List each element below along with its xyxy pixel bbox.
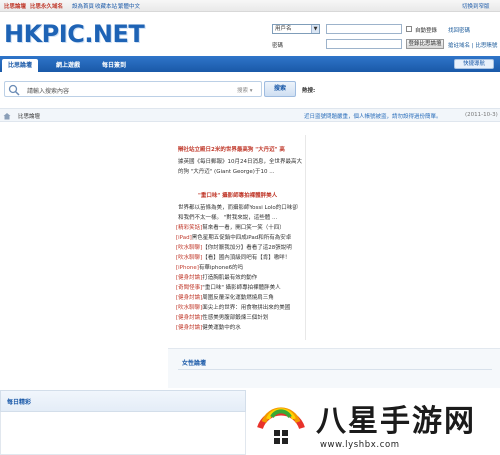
main-nav: 比思論壇 網上遊戲 每日簽到 快捷導航 bbox=[0, 56, 500, 72]
forgot-password-link[interactable]: 找回密碼 bbox=[448, 26, 470, 34]
list-item-text: "重口味" 攝影師專拍裸體胖美人 bbox=[202, 285, 281, 291]
list-item-text: 性感美男腹部鍛煉三個計划 bbox=[202, 315, 269, 321]
list-item[interactable]: [健身討論]周圍反覆深化運動燃燒肩三角 bbox=[176, 293, 316, 303]
section-title-daily[interactable]: 每日精彩 bbox=[7, 397, 31, 406]
list-item[interactable]: [吹水聊聊]【你討厭我加分】看看了這28張說明 bbox=[176, 243, 316, 253]
search-placeholder: 請輸入搜索內容 bbox=[27, 88, 70, 95]
list-item-tag: [健身討論] bbox=[176, 295, 203, 301]
topbar-link-homepage[interactable]: 設為首頁 bbox=[72, 2, 94, 10]
article-headline[interactable]: 辯社站立殿日2米的世界最高狗 "大丹迈" 高 bbox=[178, 145, 306, 153]
list-item[interactable]: [吹水聊聊]【看】國內頂級同吧有【肯】嗷咩！ bbox=[176, 253, 316, 263]
tab-forum[interactable]: 比思論壇 bbox=[2, 59, 39, 72]
watermark-logo-icon bbox=[257, 407, 305, 444]
username-input[interactable] bbox=[326, 24, 402, 34]
home-icon[interactable] bbox=[3, 112, 11, 120]
search-icon bbox=[8, 84, 20, 96]
list-item-tag: [iPad] bbox=[176, 235, 192, 241]
list-item[interactable]: [精彩笑話]幫來看一看，開口笑一笑（十四） bbox=[176, 223, 316, 233]
daily-highlights-header: 每日精彩 bbox=[0, 390, 246, 412]
username-select-value: 用戶名 bbox=[275, 26, 292, 32]
list-item[interactable]: [健身討論]打造胸肌最有效的動作 bbox=[176, 273, 316, 283]
list-item-text: 有華iphone6的吗 bbox=[198, 265, 244, 271]
article-subheadline[interactable]: "重口味" 攝影師專拍裸體胖美人 bbox=[198, 191, 277, 199]
list-item-text: 健美運動中的水 bbox=[202, 325, 241, 331]
search-bar: 請輸入搜索內容 搜索 ▾ 搜索 熱搜: bbox=[0, 78, 500, 108]
list-item-tag: [健身討論] bbox=[176, 275, 203, 281]
topbar-link-domain[interactable]: 比思永久域名 bbox=[30, 2, 63, 10]
watermark-url: www.lyshbx.com bbox=[320, 440, 400, 450]
topbar-link-narrow[interactable]: 切换到窄版 bbox=[462, 2, 490, 10]
womens-forum-section: 女性論壇 bbox=[168, 348, 500, 388]
hot-search-label: 熱搜: bbox=[302, 88, 316, 94]
list-item-text: 黑色星期五促銷中四成iPad和所有為安卓 bbox=[191, 235, 292, 241]
top-bar: 比思論壇 比思永久域名 設為首頁 收藏本站 繁體中文 切换到窄版 bbox=[0, 0, 500, 12]
list-item[interactable]: [健身討論]健美運動中的水 bbox=[176, 323, 316, 333]
list-item-tag: [吹水聊聊] bbox=[176, 255, 203, 261]
chevron-down-icon: ▼ bbox=[311, 25, 319, 33]
breadcrumb-forum[interactable]: 比思論壇 bbox=[18, 112, 40, 120]
search-scope-select[interactable]: 搜索 ▾ bbox=[237, 86, 253, 94]
tab-online-games[interactable]: 網上遊戲 bbox=[50, 59, 86, 72]
quick-nav-button[interactable]: 快捷導航 bbox=[454, 59, 494, 69]
list-item-text: 打造胸肌最有效的動作 bbox=[202, 275, 258, 281]
password-input[interactable] bbox=[326, 39, 402, 49]
watermark: 八星手游网 www.lyshbx.com bbox=[250, 392, 500, 455]
list-item-tag: [健身討論] bbox=[176, 315, 203, 321]
list-item[interactable]: [健身討論]性感美男腹部鍛煉三個計划 bbox=[176, 313, 316, 323]
auto-login-label: 自動登錄 bbox=[415, 28, 438, 34]
section-divider bbox=[178, 369, 492, 370]
list-item-text: 周圍反覆深化運動燃燒肩三角 bbox=[202, 295, 274, 301]
login-form: 用戶名 ▼ 自動登錄 找回密碼 密碼 登錄比思論壇 搶註域名 | 比思賬號 bbox=[0, 12, 500, 56]
list-item-tag: [iPhone] bbox=[176, 265, 199, 271]
list-item-text: 面尖上的世界：用食物拼出來的美國 bbox=[202, 305, 291, 311]
list-item-tag: [精彩笑話] bbox=[176, 225, 203, 231]
watermark-name: 八星手游网 bbox=[316, 404, 476, 439]
list-item-tag: [吹水聊聊] bbox=[176, 245, 203, 251]
list-item-text: 【看】國內頂級同吧有【肯】嗷咩！ bbox=[202, 255, 291, 261]
left-panel bbox=[0, 128, 166, 388]
topbar-link-bookmark[interactable]: 收藏本站 bbox=[95, 2, 117, 10]
breadcrumb: 比思論壇 近日盜號問題嚴重，個人帳號被盜，請勿設得過份簡單。 (2011-10-… bbox=[0, 108, 500, 122]
login-button[interactable]: 登錄比思論壇 bbox=[406, 39, 444, 49]
list-item-tag: [吹水聊聊] bbox=[176, 305, 203, 311]
list-item[interactable]: [iPhone]有華iphone6的吗 bbox=[176, 263, 316, 273]
announcement-text[interactable]: 近日盜號問題嚴重，個人帳號被盜，請勿設得過份簡單。 bbox=[304, 112, 442, 120]
list-item-tag: [奇聞怪事] bbox=[176, 285, 203, 291]
tab-daily-checkin[interactable]: 每日簽到 bbox=[96, 59, 132, 72]
list-item[interactable]: [奇聞怪事]"重口味" 攝影師專拍裸體胖美人 bbox=[176, 283, 316, 293]
auto-login-checkbox[interactable] bbox=[406, 26, 412, 32]
article-summary-2: 世界都以苗條為美，而攝影師Yossi Lolo的口味卻和我們不太一樣。 "對我來… bbox=[178, 205, 298, 221]
article-summary-1: 據英國《每日郵報》10月24日消息，全世界最高大的狗 "大丹迈" (Giant … bbox=[178, 159, 302, 175]
list-item[interactable]: [吹水聊聊]面尖上的世界：用食物拼出來的美國 bbox=[176, 303, 316, 313]
list-item-text: 【你討厭我加分】看看了這28張說明 bbox=[202, 245, 292, 251]
list-item-text: 幫來看一看，開口笑一笑（十四） bbox=[202, 225, 285, 231]
register-link[interactable]: 搶註域名 | 比思賬號 bbox=[448, 41, 497, 49]
list-item-tag: [健身討論] bbox=[176, 325, 203, 331]
search-scope-label: 搜索 bbox=[237, 88, 249, 94]
announcement-date: (2011-10-3) bbox=[465, 112, 498, 118]
daily-highlights-body bbox=[0, 412, 246, 455]
username-type-select[interactable]: 用戶名 ▼ bbox=[272, 24, 320, 34]
password-label: 密碼 bbox=[272, 43, 284, 49]
section-title-womens-forum[interactable]: 女性論壇 bbox=[182, 358, 206, 367]
search-button[interactable]: 搜索 bbox=[264, 81, 296, 97]
topbar-link-traditional[interactable]: 繁體中文 bbox=[118, 2, 140, 10]
list-item[interactable]: [iPad]黑色星期五促銷中四成iPad和所有為安卓 bbox=[176, 233, 316, 243]
topbar-link-forum[interactable]: 比思論壇 bbox=[4, 2, 26, 10]
